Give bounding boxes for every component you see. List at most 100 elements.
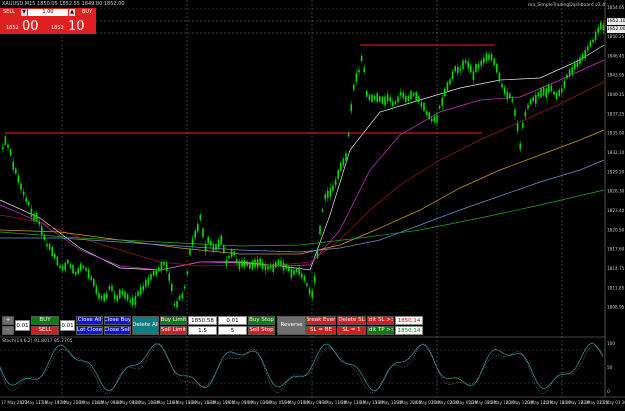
candle	[233, 251, 235, 256]
edit-sl-price-input[interactable]: 1850.14	[395, 316, 423, 325]
candle	[168, 273, 170, 281]
sl-tp-dashboard: Break Even SL = BE Delete SL SL = 1 Edit…	[306, 314, 426, 336]
break-even-button[interactable]: Break Even	[306, 316, 336, 325]
lot-plus-button[interactable]: +	[2, 316, 14, 325]
candle	[514, 109, 516, 116]
symbol-header: XAUUSD,M15 1850.05 1852.55 1849.80 1852.…	[2, 1, 125, 7]
edit-sl-button[interactable]: Edit SL >>	[367, 316, 394, 325]
candle	[561, 88, 563, 93]
candle	[147, 277, 150, 285]
lot-up-arrow[interactable]: ▲	[69, 9, 75, 16]
candle	[137, 291, 139, 296]
candle	[72, 264, 74, 274]
delete-all-button[interactable]: Delete All	[132, 316, 159, 335]
buy-limit-button[interactable]: Buy Limit	[160, 316, 187, 325]
chart-grid	[0, 0, 605, 397]
bid-price-marker: 1852.00	[607, 26, 625, 33]
candle	[238, 261, 241, 270]
buy-stop-button[interactable]: Buy Stop	[248, 316, 275, 325]
candle	[132, 297, 134, 306]
candle	[277, 259, 280, 265]
candle	[199, 214, 202, 221]
candle	[100, 296, 103, 300]
candle	[368, 95, 371, 100]
candle	[74, 272, 77, 275]
candle	[217, 239, 220, 248]
candle	[327, 190, 329, 198]
sl-1-button[interactable]: SL = 1	[337, 326, 366, 335]
delete-sl-button[interactable]: Delete SL	[337, 316, 366, 325]
candle	[563, 80, 566, 88]
sl-be-button[interactable]: SL = BE	[306, 326, 336, 335]
candle	[407, 96, 410, 102]
candle	[454, 66, 456, 72]
candle	[288, 267, 290, 272]
sell-limit-button[interactable]: Sell Limit	[160, 326, 187, 335]
candle	[516, 123, 519, 131]
candle	[535, 94, 537, 104]
candle	[243, 260, 246, 267]
candle	[212, 245, 215, 251]
sell-label: SELL	[3, 9, 15, 15]
candle	[418, 96, 420, 103]
candle	[467, 61, 469, 69]
lot-input-left[interactable]: 0.01	[15, 320, 30, 331]
lot-close-button[interactable]: Lot Close	[76, 326, 103, 335]
edit-tp-price-input[interactable]: 1850.14	[395, 326, 423, 335]
lot-input[interactable]: 1.00	[28, 9, 68, 16]
candle	[529, 99, 532, 105]
pending-lot-input[interactable]: 0.01	[218, 316, 247, 325]
candle	[503, 87, 506, 95]
price-label: 1811.85	[607, 285, 625, 290]
price-label: 1846.45	[607, 53, 625, 58]
candle	[80, 263, 82, 271]
candle	[106, 293, 108, 298]
lot-input-mid[interactable]: 0.01	[60, 320, 75, 331]
sell-stop-button[interactable]: Sell Stop	[248, 326, 275, 335]
reverse-button[interactable]: Reverse	[277, 316, 306, 335]
candle	[581, 54, 584, 60]
buy-limit-price-input[interactable]: 1850.58	[188, 316, 217, 325]
close-all-button[interactable]: Close All	[76, 316, 103, 325]
candle	[345, 153, 347, 161]
candle	[522, 122, 524, 128]
candle	[568, 69, 571, 76]
candle	[532, 97, 534, 102]
indicator-title: ma_SimpleTradingDashboard v3.4	[528, 3, 605, 8]
candle	[59, 265, 61, 268]
candle	[184, 286, 186, 289]
price-label: 1840.15	[607, 92, 625, 97]
candle	[451, 71, 454, 80]
close-buy-button[interactable]: Close Buy	[104, 316, 131, 325]
sell-limit-distance-input[interactable]: 1.5	[188, 326, 217, 335]
price-label: 1823.40	[607, 208, 625, 213]
close-sell-button[interactable]: Close Sell	[104, 326, 131, 335]
sell-button[interactable]: SELL	[31, 326, 59, 335]
lot-down-arrow[interactable]: ▼	[21, 9, 27, 16]
candle	[428, 112, 430, 119]
candle	[485, 53, 488, 62]
candle	[87, 269, 90, 278]
stoch-axis-label: 100	[607, 341, 615, 346]
candle	[15, 168, 17, 174]
candle	[545, 88, 547, 98]
pending-lot-input-2[interactable]: 5	[218, 326, 247, 335]
candle	[337, 170, 339, 179]
candle	[139, 286, 142, 295]
candle	[316, 248, 319, 258]
ma-orange	[0, 129, 605, 255]
candle	[576, 61, 579, 67]
candle	[275, 262, 277, 268]
candle	[324, 194, 326, 200]
edit-tp-button[interactable]: Edit TP >>	[367, 326, 394, 335]
chart-window[interactable]: 1854.65 1850.25 1846.45 1843.05 1840.15 1837.…	[0, 0, 625, 407]
price-label: 1820.50	[607, 227, 625, 232]
candle	[121, 290, 124, 295]
candle	[38, 221, 40, 225]
candle	[12, 161, 14, 170]
buy-button[interactable]: BUY	[31, 316, 59, 325]
lot-minus-button[interactable]: -	[2, 326, 14, 335]
candle	[332, 185, 334, 192]
price-chart[interactable]: 1854.65 1850.25 1846.45 1843.05 1840.15 1837.…	[0, 0, 625, 407]
candle	[254, 259, 256, 268]
